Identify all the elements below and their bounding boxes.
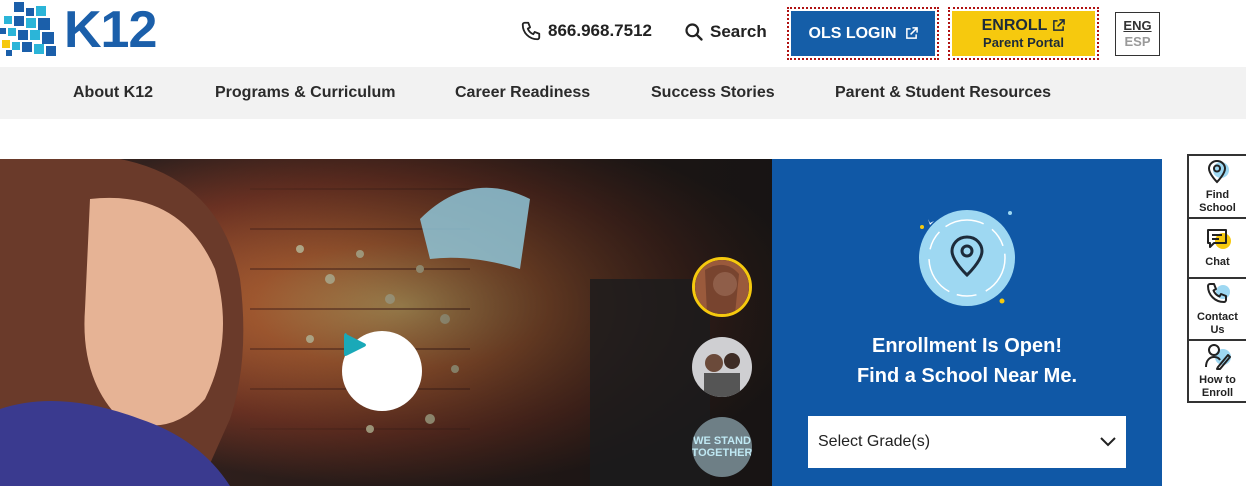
enroll-button[interactable]: ENROLL Parent Portal (952, 11, 1095, 56)
play-icon (344, 333, 366, 356)
enroll-main-row: ENROLL (982, 17, 1066, 35)
external-link-icon (1053, 19, 1066, 31)
hero-background-image (0, 159, 772, 486)
enroll-person-icon (1204, 343, 1231, 370)
side-label-line1: Find (1205, 189, 1230, 201)
nav-item-resources[interactable]: Parent & Student Resources (835, 67, 1051, 119)
logo-wordmark: K12 (64, 1, 157, 59)
play-button[interactable] (342, 331, 422, 411)
side-item-label: How to Enroll (1199, 374, 1236, 400)
k12-logo[interactable]: K12 (0, 2, 160, 58)
enroll-label: ENROLL (981, 16, 1048, 34)
location-pin-icon (1207, 159, 1229, 184)
thumbnail-text-1: WE STAND (693, 434, 751, 447)
phone-number: 866.968.7512 (548, 21, 652, 40)
side-item-label: Find School (1199, 189, 1236, 215)
ols-login-label: OLS LOGIN (808, 24, 897, 42)
language-esp[interactable]: ESP (1124, 34, 1150, 50)
side-item-chat[interactable]: Chat (1187, 217, 1246, 279)
phone-link[interactable]: 866.968.7512 (520, 20, 652, 42)
side-label-line1: How to (1199, 373, 1236, 386)
main-nav: About K12 Programs & Curriculum Career R… (0, 67, 1246, 119)
family-photo-thumbnail (692, 337, 752, 397)
video-thumbnail-1[interactable] (692, 257, 752, 317)
language-switcher: ENG ESP (1115, 12, 1160, 56)
enroll-focus-ring: ENROLL Parent Portal (948, 7, 1099, 60)
ols-login-focus-ring: OLS LOGIN (787, 7, 939, 60)
nav-item-about[interactable]: About K12 (73, 67, 153, 119)
side-label-line2: Enroll (1201, 386, 1234, 399)
enroll-title-line1: Enrollment Is Open! (871, 335, 1063, 357)
side-item-label: Chat (1205, 256, 1229, 269)
nav-item-success[interactable]: Success Stories (651, 67, 775, 119)
phone-icon (521, 21, 541, 41)
side-label-line1: Chat (1205, 256, 1230, 268)
location-pin-icon (919, 210, 1015, 306)
side-item-contact-us[interactable]: Contact Us (1187, 277, 1246, 341)
grade-select[interactable]: Select Grade(s) (808, 416, 1126, 468)
search-button[interactable]: Search (684, 22, 767, 42)
language-eng[interactable]: ENG (1123, 18, 1151, 34)
search-label: Search (710, 22, 767, 41)
side-item-find-school[interactable]: Find School (1187, 154, 1246, 219)
side-label-line2: School (1199, 202, 1236, 214)
enroll-sub-label: Parent Portal (983, 35, 1064, 51)
nav-item-programs[interactable]: Programs & Curriculum (215, 67, 395, 119)
enroll-panel: Enrollment Is Open! Find a School Near M… (772, 159, 1162, 486)
enroll-title-line2: Find a School Near Me. (856, 365, 1078, 387)
external-link-icon (905, 27, 918, 39)
top-header: K12 866.968.7512 Search OLS LOGIN ENROLL (0, 0, 1246, 67)
side-toolbar: Find School Chat Contact Us How to Enrol… (1187, 154, 1246, 403)
chat-icon (1206, 229, 1231, 249)
nav-item-career[interactable]: Career Readiness (455, 67, 590, 119)
hero-video[interactable]: WE STAND TOGETHER (0, 159, 772, 486)
thumbnail-text-2: TOGETHER (692, 447, 752, 459)
student-portrait-thumbnail (695, 260, 749, 314)
side-label-line1: Contact (1197, 310, 1238, 323)
search-icon (685, 23, 703, 41)
video-thumbnail-3[interactable]: WE STAND TOGETHER (692, 417, 752, 477)
side-item-how-to-enroll[interactable]: How to Enroll (1187, 339, 1246, 403)
phone-icon (1206, 282, 1230, 303)
we-stand-together-thumbnail: WE STAND TOGETHER (692, 417, 752, 477)
grade-select-value: Select Grade(s) (818, 433, 931, 450)
logo-text: K12 (64, 1, 157, 59)
enroll-panel-title: Enrollment Is Open! Find a School Near M… (772, 331, 1162, 391)
side-label-line2: Us (1210, 323, 1225, 336)
ols-login-button[interactable]: OLS LOGIN (791, 11, 935, 56)
video-thumbnail-2[interactable] (692, 337, 752, 397)
side-item-label: Contact Us (1197, 311, 1238, 337)
logo-pixel-mark-icon (0, 2, 56, 56)
chevron-down-icon (1100, 437, 1116, 447)
